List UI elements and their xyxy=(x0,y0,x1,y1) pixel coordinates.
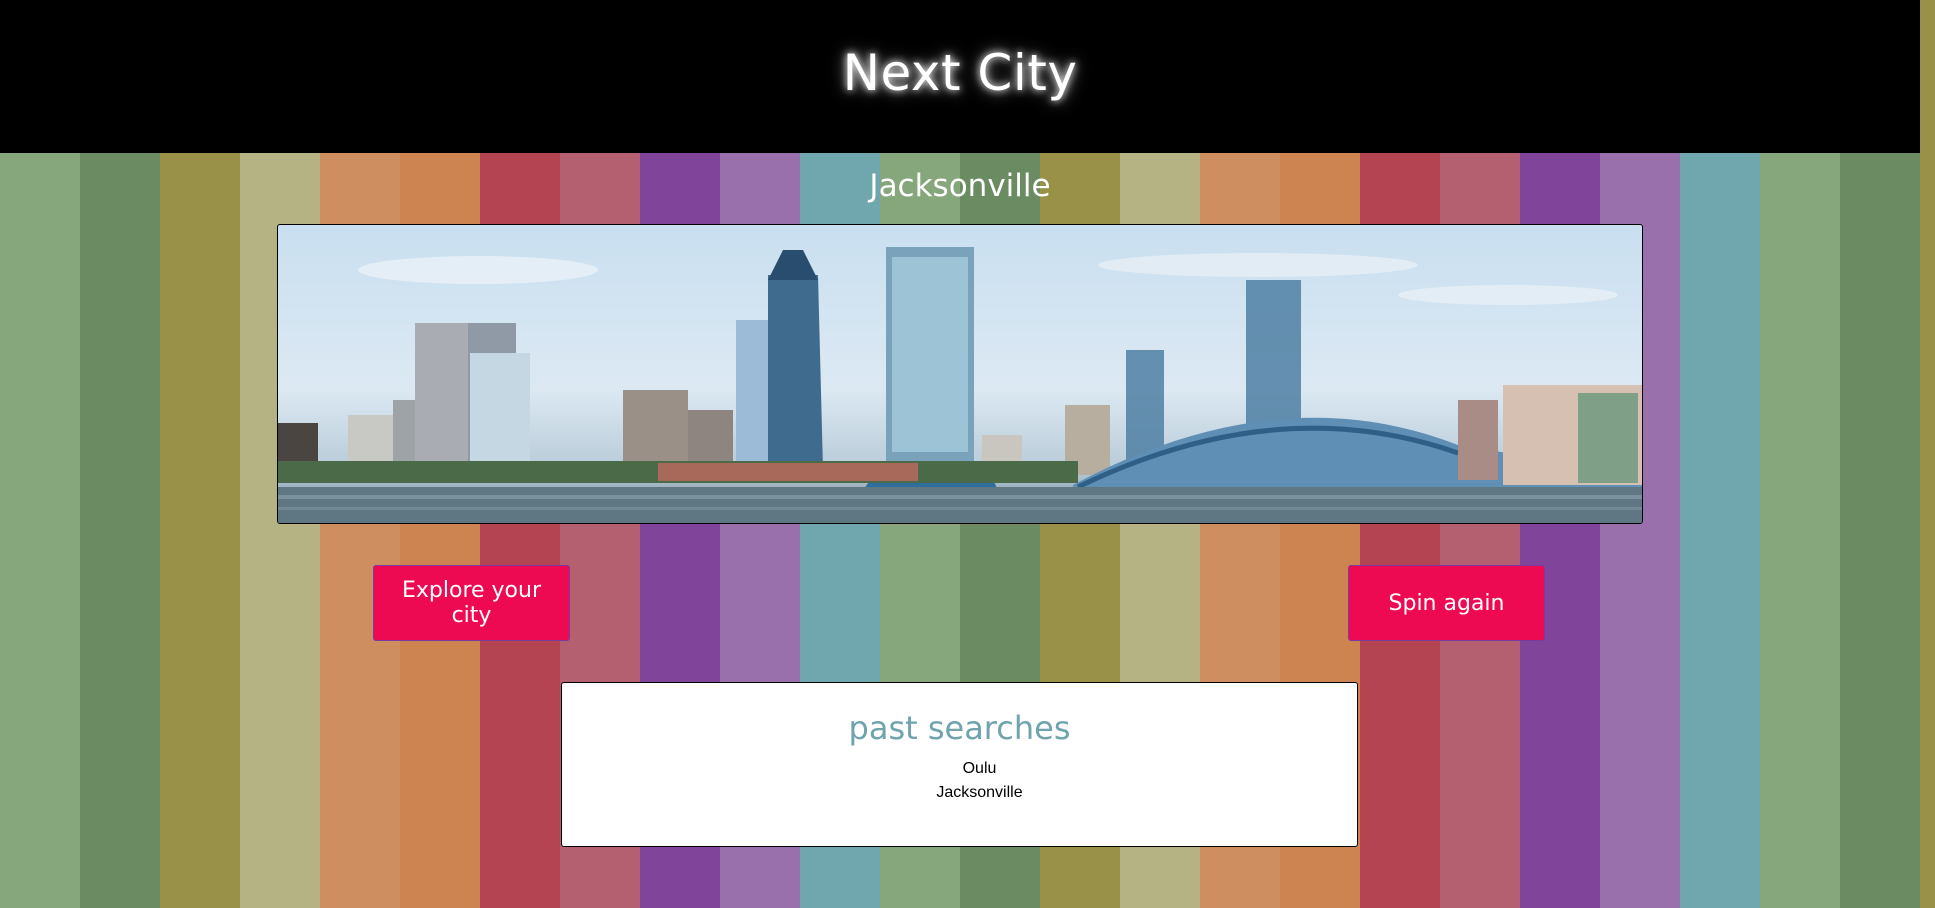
past-search-item[interactable]: Jacksonville xyxy=(602,781,1357,805)
page-scrollbar[interactable] xyxy=(1920,0,1935,908)
city-skyline-image xyxy=(277,224,1643,524)
city-name: Jacksonville xyxy=(869,168,1051,204)
past-searches-list: Oulu Jacksonville xyxy=(562,757,1357,805)
spin-again-button[interactable]: Spin again xyxy=(1348,565,1545,641)
site-header: Next City xyxy=(0,0,1920,153)
past-searches-panel: past searches Oulu Jacksonville xyxy=(561,682,1358,847)
page: Next City Jacksonville Explore your city… xyxy=(0,0,1920,908)
explore-city-button[interactable]: Explore your city xyxy=(373,565,570,641)
site-title: Next City xyxy=(842,43,1078,102)
skyline-illustration xyxy=(278,247,1642,523)
past-searches-heading: past searches xyxy=(848,709,1071,747)
past-search-item[interactable]: Oulu xyxy=(602,757,1357,781)
